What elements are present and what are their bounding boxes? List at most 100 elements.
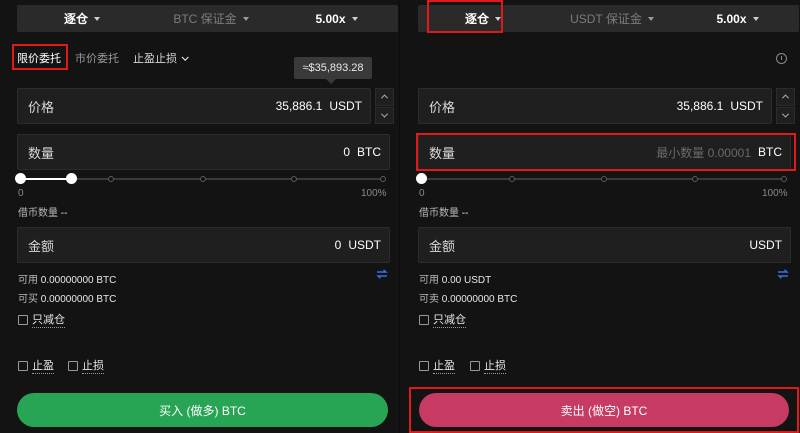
margin-settings-bar: 逐仓 BTC 保证金 5.00x <box>17 5 398 32</box>
price-input[interactable]: 价格 35,886.1 USDT <box>418 88 772 124</box>
borrow-amount: 借币数量 -- <box>419 204 468 219</box>
available-balance: 可用 0.00000000 BTC <box>18 271 116 286</box>
sell-panel: 逐仓 USDT 保证金 5.00x 价格 35,886.1 USDT 数量 最小… <box>409 0 799 433</box>
price-input[interactable]: 价格 35,886.1 USDT <box>17 88 371 124</box>
slider-start-knob[interactable] <box>15 173 26 184</box>
available-label: 可用 <box>419 275 439 286</box>
slider-tick[interactable] <box>380 176 386 182</box>
borrow-value: -- <box>60 208 68 219</box>
price-increment-button[interactable] <box>375 88 394 106</box>
available-label: 可用 <box>18 275 38 286</box>
caret-down-icon <box>752 16 759 21</box>
tab-market-order[interactable]: 市价委托 <box>75 50 119 66</box>
stop-loss-label: 止损 <box>82 357 104 374</box>
amount-label: 金额 <box>429 238 456 254</box>
collateral-select[interactable]: USDT 保证金 <box>548 5 676 32</box>
slider-tick[interactable] <box>601 176 607 182</box>
buy-long-button[interactable]: 买入 (做多) BTC <box>17 393 388 427</box>
stop-loss-label: 止损 <box>484 357 506 374</box>
borrow-value: -- <box>461 208 469 219</box>
tab-limit-order[interactable]: 限价委托 <box>17 50 61 66</box>
price-label: 价格 <box>28 99 55 115</box>
slider-tick[interactable] <box>200 176 206 182</box>
caret-down-icon <box>647 16 654 21</box>
slider-max-label: 100% <box>361 188 387 199</box>
take-profit-checkbox[interactable]: 止盈 <box>419 357 455 374</box>
quantity-slider[interactable] <box>15 173 386 184</box>
buyable-label: 可买 <box>18 294 38 305</box>
quantity-label: 数量 <box>429 145 456 161</box>
checkbox-box <box>18 314 28 325</box>
take-profit-label: 止盈 <box>32 357 54 374</box>
slider-tick[interactable] <box>509 176 515 182</box>
available-value: 0.00 USDT <box>441 275 492 286</box>
take-profit-label: 止盈 <box>433 357 455 374</box>
borrow-label: 借币数量 <box>18 208 58 219</box>
slider-tick[interactable] <box>692 176 698 182</box>
collateral-select[interactable]: BTC 保证金 <box>147 5 275 32</box>
amount-value: 0 <box>334 238 342 252</box>
checkbox-box <box>18 360 28 371</box>
price-increment-button[interactable] <box>776 88 795 106</box>
slider-tick[interactable] <box>781 176 787 182</box>
buyable-value: 0.00000000 BTC <box>40 294 117 305</box>
caret-down-icon <box>351 16 358 21</box>
margin-mode-select[interactable]: 逐仓 <box>418 5 548 32</box>
checkbox-box <box>419 314 429 325</box>
quantity-slider[interactable] <box>416 173 787 184</box>
amount-label: 金额 <box>28 238 55 254</box>
amount-input[interactable]: 金额 0 USDT <box>17 227 390 263</box>
margin-mode-select[interactable]: 逐仓 <box>17 5 147 32</box>
swap-icon[interactable] <box>777 269 789 279</box>
leverage-select[interactable]: 5.00x <box>275 5 398 32</box>
checkbox-box <box>419 360 429 371</box>
panel-divider <box>399 0 400 433</box>
slider-tick[interactable] <box>108 176 114 182</box>
price-tooltip: ≈$35,893.28 <box>294 57 372 84</box>
quantity-placeholder: 最小数量 0.00001 <box>656 145 751 160</box>
leverage-label: 5.00x <box>315 11 346 26</box>
swap-icon[interactable] <box>376 269 388 279</box>
reduce-only-checkbox[interactable]: 只减仓 <box>18 311 65 328</box>
chevron-up-icon <box>380 94 389 102</box>
amount-unit: USDT <box>749 238 782 252</box>
checkbox-box <box>470 360 480 371</box>
collateral-label: BTC 保证金 <box>173 12 237 26</box>
tab-tp-sl[interactable]: 止盈止损 <box>133 50 189 66</box>
info-icon[interactable] <box>776 53 787 64</box>
checkbox-box <box>68 360 78 371</box>
quantity-input[interactable]: 数量 最小数量 0.00001 BTC <box>418 134 791 170</box>
collateral-label: USDT 保证金 <box>570 12 642 26</box>
stop-loss-checkbox[interactable]: 止损 <box>68 357 104 374</box>
price-value: 35,886.1 <box>676 99 724 113</box>
sellable-amount: 可卖 0.00000000 BTC <box>419 290 517 305</box>
slider-min-label: 0 <box>18 188 24 199</box>
quantity-label: 数量 <box>28 145 55 161</box>
available-value: 0.00000000 BTC <box>40 275 117 286</box>
reduce-only-label: 只减仓 <box>32 311 65 328</box>
slider-max-label: 100% <box>762 188 788 199</box>
price-label: 价格 <box>429 99 456 115</box>
slider-handle[interactable] <box>416 173 427 184</box>
reduce-only-checkbox[interactable]: 只减仓 <box>419 311 466 328</box>
slider-tick[interactable] <box>291 176 297 182</box>
borrow-label: 借币数量 <box>419 208 459 219</box>
amount-input[interactable]: 金额 USDT <box>418 227 791 263</box>
quantity-input[interactable]: 数量 0 BTC <box>17 134 390 170</box>
chevron-down-icon <box>781 110 790 118</box>
quantity-unit: BTC <box>357 145 381 159</box>
stop-loss-checkbox[interactable]: 止损 <box>470 357 506 374</box>
amount-unit: USDT <box>348 238 381 252</box>
tab-tp-sl-label: 止盈止损 <box>133 53 177 65</box>
sell-short-button[interactable]: 卖出 (做空) BTC <box>419 393 789 427</box>
order-type-tabs: 限价委托 市价委托 止盈止损 <box>17 50 189 66</box>
price-decrement-button[interactable] <box>776 106 795 124</box>
take-profit-checkbox[interactable]: 止盈 <box>18 357 54 374</box>
slider-min-label: 0 <box>419 188 425 199</box>
price-value: 35,886.1 <box>275 99 323 113</box>
caret-down-icon <box>242 16 249 21</box>
leverage-select[interactable]: 5.00x <box>676 5 799 32</box>
borrow-amount: 借币数量 -- <box>18 204 67 219</box>
slider-handle[interactable] <box>66 173 78 184</box>
price-decrement-button[interactable] <box>375 106 394 124</box>
